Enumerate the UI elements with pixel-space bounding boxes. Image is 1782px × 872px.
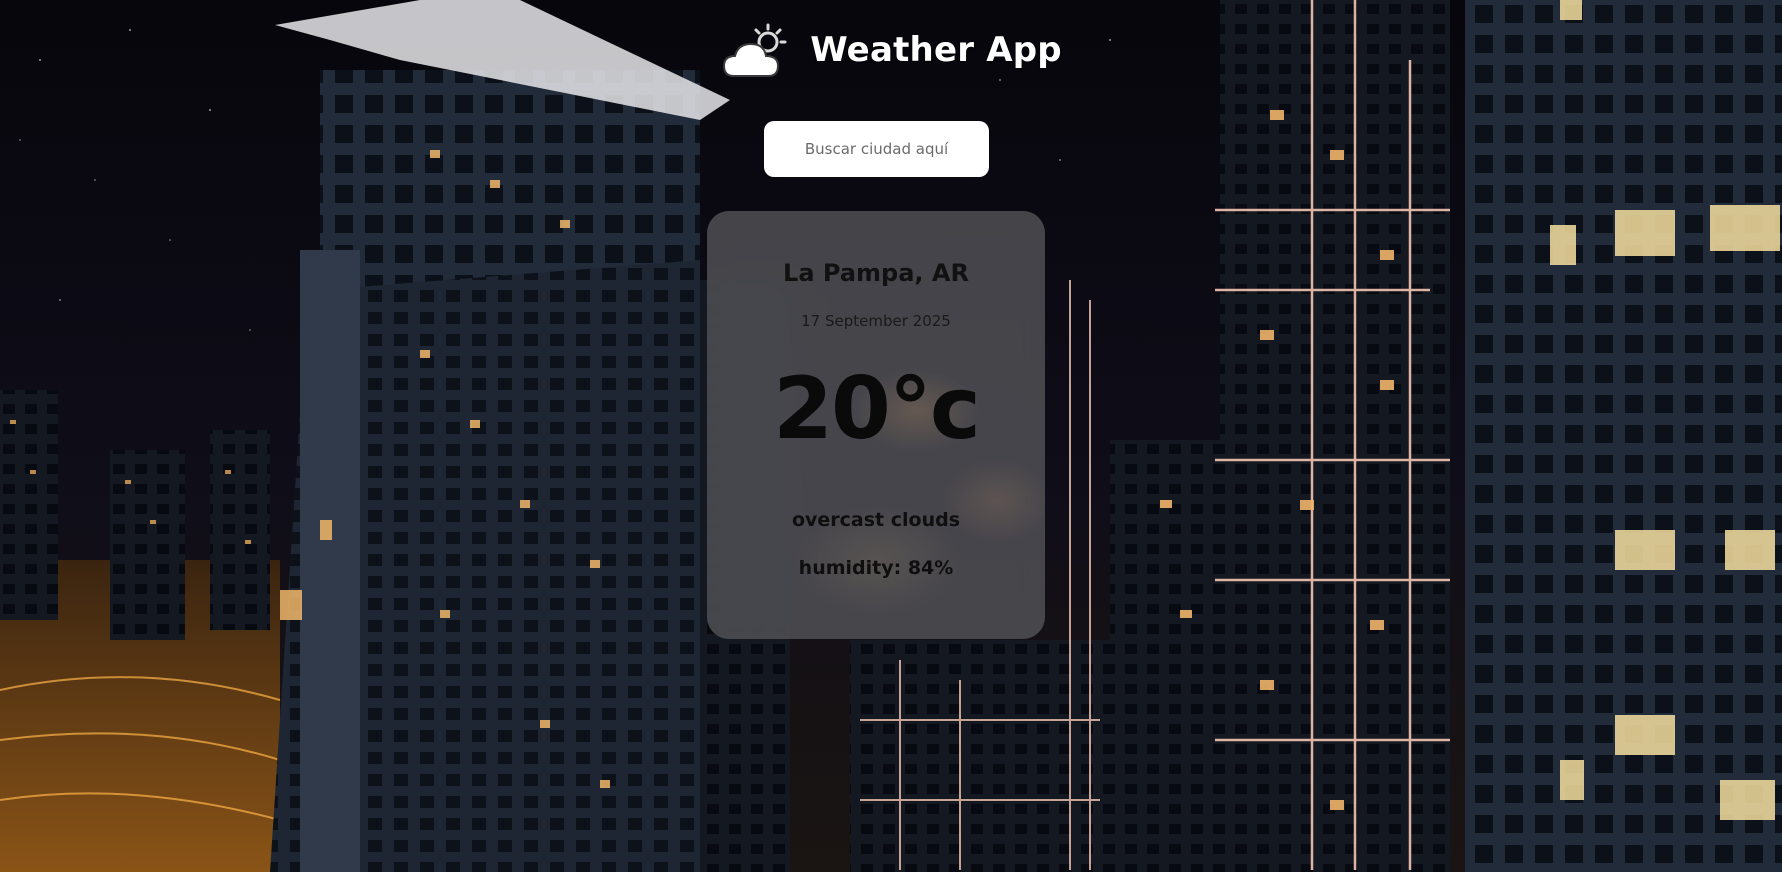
weather-description: overcast clouds [791,509,961,531]
humidity-value: humidity: 84% [798,557,954,579]
weather-card: La Pampa, AR 17 September 2025 20°c over… [707,211,1045,639]
app-header: Weather App [0,0,1782,100]
cloud-sun-icon [720,22,792,82]
weather-date: 17 September 2025 [801,312,951,330]
city-name: La Pampa, AR [783,259,969,287]
app-title: Weather App [810,30,1062,70]
temperature-value: 20°c [773,359,981,459]
city-search-input[interactable] [764,121,989,177]
